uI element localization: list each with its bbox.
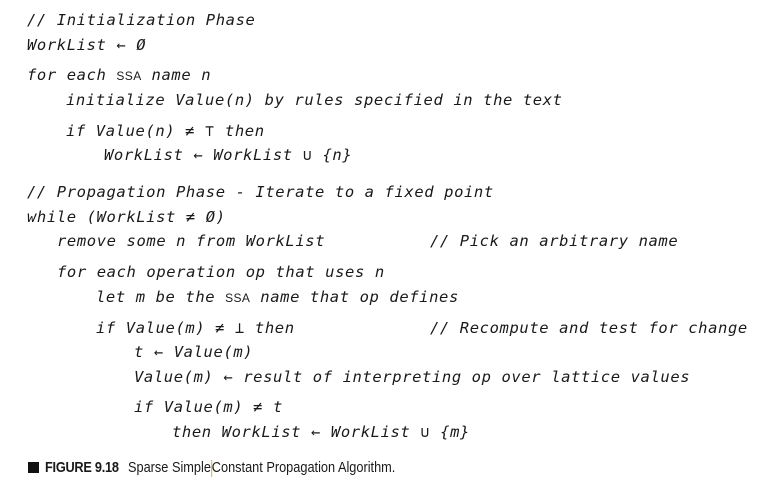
figure-caption: FIGURE 9.18 Sparse SimpleConstant Propag…	[28, 459, 442, 477]
code-line-initialize: initialize Value(n) by rules specified i…	[66, 91, 563, 109]
code-line-worklist-init: WorkList ← Ø	[27, 36, 147, 54]
code-line-value-m-assign: Value(m) ← result of interpreting op ove…	[134, 368, 691, 386]
code-line-worklist-add-m: then WorkList ← WorkList ∪ {m}	[172, 423, 470, 441]
code-line-for-each-op: for each operation op that uses n	[57, 263, 385, 281]
code-line-if-changed: if Value(m) ≠ t	[134, 398, 283, 416]
caption-bullet-square	[28, 462, 39, 474]
caption-text: Sparse SimpleConstant Propagation Algori…	[127, 459, 396, 477]
comment-recompute: // Recompute and test for change	[430, 319, 748, 337]
code-line-t-assign: t ← Value(m)	[134, 343, 254, 361]
code-line-for-each-ssa: for each SSA name n	[27, 66, 212, 84]
ssa-smallcaps: SSA	[225, 291, 251, 305]
code-line-comment-propagation: // Propagation Phase - Iterate to a fixe…	[27, 183, 494, 201]
code-line-let-m: let m be the SSA name that op defines	[96, 288, 459, 306]
code-line-remove: remove some n from WorkList	[57, 232, 326, 250]
code-line-comment-init: // Initialization Phase	[27, 11, 256, 29]
comment-pick-arbitrary: // Pick an arbitrary name	[430, 232, 679, 250]
figure-label: FIGURE 9.18	[45, 459, 119, 477]
code-line-while: while (WorkList ≠ Ø)	[27, 208, 226, 226]
code-line-if-top: if Value(n) ≠ ⊤ then	[66, 122, 265, 140]
code-line-if-bottom: if Value(m) ≠ ⊥ then	[96, 319, 295, 337]
ssa-smallcaps: SSA	[116, 69, 142, 83]
code-line-worklist-add-n: WorkList ← WorkList ∪ {n}	[104, 146, 353, 164]
